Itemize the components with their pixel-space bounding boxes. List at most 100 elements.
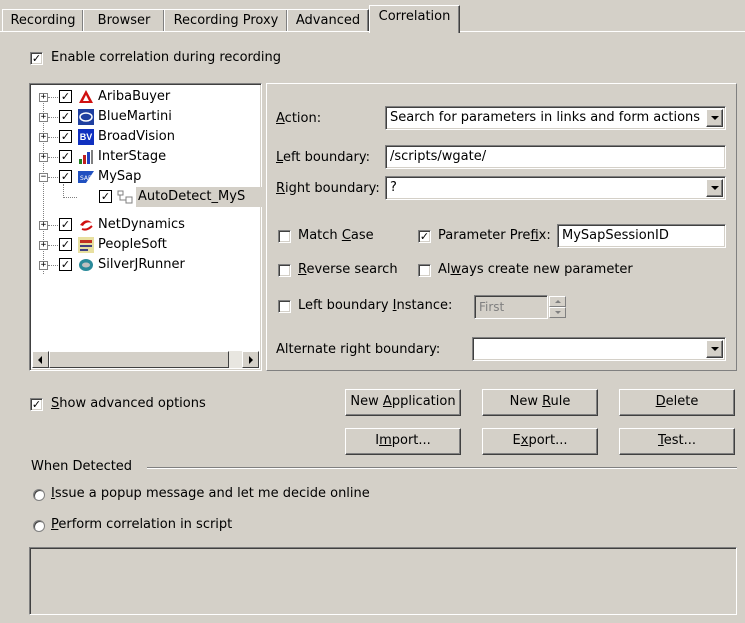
- match-case-label[interactable]: Match Case: [298, 228, 374, 244]
- enable-correlation-label[interactable]: Enable correlation during recording: [51, 50, 281, 66]
- popup-message-radio[interactable]: [33, 489, 45, 501]
- tab-correlation[interactable]: Correlation: [369, 5, 460, 33]
- group-divider: [147, 467, 737, 469]
- bluemartini-icon: [78, 109, 94, 125]
- reverse-search-checkbox[interactable]: [278, 264, 291, 277]
- arrow-left-icon: [38, 356, 42, 364]
- netdynamics-icon: [80, 220, 93, 231]
- tree-branch-line: [48, 265, 58, 267]
- enable-correlation-checkbox[interactable]: ✓: [30, 52, 43, 65]
- left-instance-input[interactable]: First: [474, 295, 548, 319]
- expand-icon[interactable]: +: [39, 93, 48, 102]
- new-rule-button[interactable]: New Rule: [482, 389, 598, 416]
- delete-button[interactable]: Delete: [619, 389, 735, 416]
- chevron-down-icon[interactable]: [706, 109, 723, 127]
- right-boundary-value: ?: [390, 180, 397, 195]
- tab-advanced[interactable]: Advanced: [287, 9, 369, 32]
- left-boundary-input[interactable]: /scripts/wgate/: [385, 145, 726, 169]
- show-advanced-checkbox[interactable]: ✓: [30, 398, 43, 411]
- tree-item-interstage[interactable]: InterStage: [98, 147, 166, 167]
- collapse-icon[interactable]: −: [39, 173, 48, 182]
- parameter-prefix-checkbox[interactable]: ✓: [418, 230, 431, 243]
- spin-up-button[interactable]: [549, 296, 566, 307]
- tree-item-peoplesoft[interactable]: PeopleSoft: [98, 235, 167, 255]
- expand-icon[interactable]: +: [39, 221, 48, 230]
- ariba-icon: [79, 90, 93, 103]
- action-select[interactable]: Search for parameters in links and form …: [385, 106, 726, 130]
- right-boundary-label: Right boundary:: [276, 181, 380, 196]
- parameter-prefix-input[interactable]: MySapSessionID: [557, 224, 726, 248]
- match-case-checkbox[interactable]: [278, 230, 291, 243]
- tree-item-autodetect[interactable]: AutoDetect_MyS: [136, 187, 262, 207]
- tree-branch-line: [48, 157, 58, 159]
- parameter-prefix-label[interactable]: Parameter Prefix:: [438, 228, 551, 244]
- interstage-icon: [79, 150, 93, 164]
- chevron-down-icon[interactable]: [706, 340, 723, 358]
- tab-recording-proxy-label: Recording Proxy: [173, 13, 279, 28]
- expand-icon[interactable]: +: [39, 153, 48, 162]
- left-boundary-label: Left boundary:: [276, 150, 370, 165]
- broadvision-icon: BV: [78, 129, 94, 145]
- tree-branch-line: [63, 197, 77, 199]
- tree-checkbox[interactable]: ✓: [59, 258, 72, 271]
- tree-item-bluemartini[interactable]: BlueMartini: [98, 107, 172, 127]
- tree-checkbox[interactable]: ✓: [59, 150, 72, 163]
- expand-icon[interactable]: +: [39, 113, 48, 122]
- test-button[interactable]: Test...: [619, 428, 735, 455]
- tree-branch-line: [48, 245, 58, 247]
- tree-checkbox[interactable]: ✓: [59, 110, 72, 123]
- tree-checkbox[interactable]: ✓: [59, 170, 72, 183]
- correlation-in-script-radio[interactable]: [33, 520, 45, 532]
- peoplesoft-icon: [78, 237, 94, 253]
- scroll-left-button[interactable]: [32, 351, 49, 368]
- spin-down-button[interactable]: [549, 307, 566, 318]
- left-instance-checkbox[interactable]: [278, 300, 291, 313]
- popup-message-label[interactable]: Issue a popup message and let me decide …: [51, 486, 370, 502]
- scroll-thumb[interactable]: [49, 351, 229, 368]
- alt-right-boundary-select[interactable]: [472, 337, 726, 361]
- application-tree[interactable]: + ✓ AribaBuyer + ✓ BlueMartini + ✓ BV Br…: [29, 83, 262, 371]
- tree-item-aribabuyer[interactable]: AribaBuyer: [98, 87, 170, 107]
- tab-recording-label: Recording: [10, 13, 76, 28]
- silverjrunner-icon: [79, 259, 93, 271]
- tree-checkbox[interactable]: ✓: [59, 130, 72, 143]
- tree-checkbox[interactable]: ✓: [59, 90, 72, 103]
- when-detected-title: When Detected: [31, 459, 133, 474]
- tree-checkbox[interactable]: ✓: [59, 238, 72, 251]
- tree-item-broadvision[interactable]: BroadVision: [98, 127, 175, 147]
- expand-icon[interactable]: +: [39, 133, 48, 142]
- tree-branch-line: [48, 177, 58, 179]
- right-boundary-select[interactable]: ?: [385, 176, 726, 200]
- scroll-right-button[interactable]: [242, 351, 259, 368]
- tree-item-mysap[interactable]: MySap: [98, 167, 141, 187]
- arrow-down-icon: [555, 311, 561, 314]
- tree-branch-line: [48, 137, 58, 139]
- tree-item-silverjrunner[interactable]: SilverJRunner: [98, 255, 185, 275]
- tab-browser[interactable]: Browser: [83, 9, 165, 32]
- export-button[interactable]: Export...: [482, 428, 598, 455]
- show-advanced-label[interactable]: Show advanced options: [51, 396, 206, 412]
- chevron-down-icon[interactable]: [706, 179, 723, 197]
- expand-icon[interactable]: +: [39, 261, 48, 270]
- tree-horizontal-scrollbar[interactable]: [32, 351, 259, 368]
- expand-icon[interactable]: +: [39, 241, 48, 250]
- action-value: Search for parameters in links and form …: [390, 110, 701, 125]
- always-create-checkbox[interactable]: [418, 264, 431, 277]
- tree-branch-line: [48, 117, 58, 119]
- tree-branch-line: [48, 97, 58, 99]
- import-button[interactable]: Import...: [345, 428, 461, 455]
- always-create-label[interactable]: Always create new parameter: [438, 262, 633, 278]
- action-label: Action:: [276, 111, 322, 126]
- tab-recording-proxy[interactable]: Recording Proxy: [164, 9, 288, 32]
- tree-item-netdynamics[interactable]: NetDynamics: [98, 215, 185, 235]
- correlation-in-script-label[interactable]: Perform correlation in script: [51, 517, 232, 533]
- tab-browser-label: Browser: [97, 13, 151, 28]
- left-instance-label[interactable]: Left boundary Instance:: [298, 298, 452, 314]
- reverse-search-label[interactable]: Reverse search: [298, 262, 398, 278]
- arrow-up-icon: [555, 300, 561, 303]
- new-application-button[interactable]: New Application: [345, 389, 461, 416]
- tree-checkbox[interactable]: ✓: [59, 218, 72, 231]
- tab-recording[interactable]: Recording: [2, 9, 84, 32]
- sap-icon: SAP: [78, 171, 94, 183]
- tree-checkbox[interactable]: ✓: [99, 190, 112, 203]
